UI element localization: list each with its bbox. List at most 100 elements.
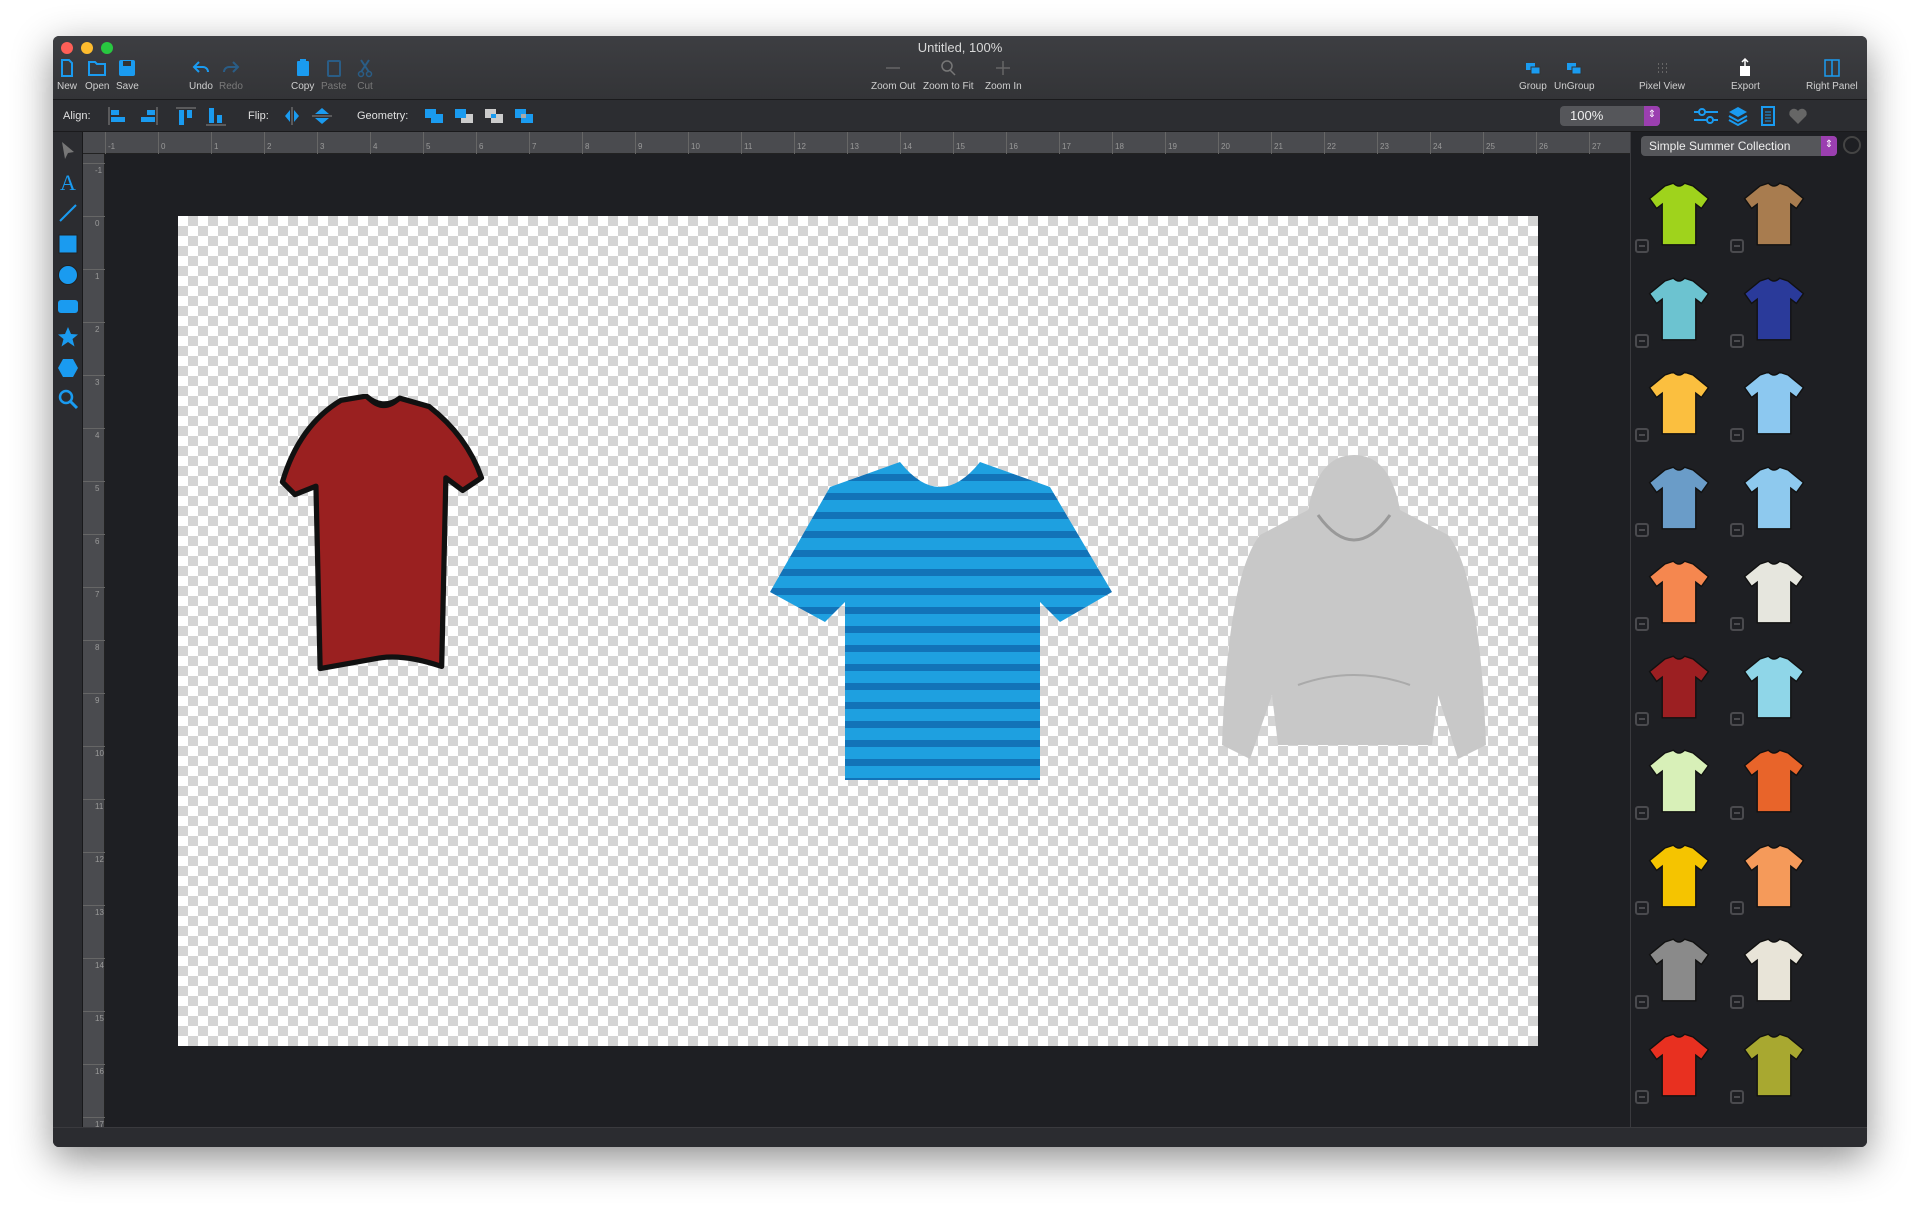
- zoom-out-button[interactable]: Zoom Out: [871, 58, 915, 92]
- paste-button[interactable]: Paste: [321, 58, 347, 92]
- cut-label: Cut: [357, 81, 373, 92]
- clipart-white-tshirt[interactable]: [1739, 557, 1809, 627]
- open-button[interactable]: Open: [85, 58, 109, 92]
- clipart-gray-long-sleeve[interactable]: [1644, 935, 1714, 1005]
- cut-button[interactable]: Cut: [355, 58, 375, 92]
- remove-item-button[interactable]: [1635, 428, 1649, 442]
- remove-item-button[interactable]: [1635, 900, 1649, 915]
- zoom-to-fit-label: Zoom to Fit: [923, 81, 974, 92]
- remove-item-button[interactable]: [1635, 617, 1649, 631]
- star-tool-icon[interactable]: [57, 326, 79, 348]
- clipart-peach-tshirt[interactable]: [1739, 841, 1809, 911]
- select-arrow-tool-icon[interactable]: [57, 140, 79, 162]
- ruler-tick-label: 3: [317, 132, 324, 154]
- clipart-orange-tank-top[interactable]: [1644, 557, 1714, 627]
- ruler-tick-label: -1: [83, 163, 105, 175]
- tools-palette: A: [53, 132, 83, 1127]
- zoom-to-fit-button[interactable]: Zoom to Fit: [923, 58, 974, 92]
- redo-button[interactable]: Redo: [219, 58, 243, 92]
- exclude-icon[interactable]: [513, 106, 535, 126]
- clipart-cyan-tshirt[interactable]: [1739, 652, 1809, 722]
- remove-item-button[interactable]: [1730, 239, 1744, 253]
- clipart-green-tshirt[interactable]: [1644, 179, 1714, 249]
- pixel-view-button[interactable]: Pixel View: [1639, 58, 1685, 92]
- undo-button[interactable]: Undo: [189, 58, 213, 92]
- remove-item-button[interactable]: [1730, 995, 1744, 1009]
- save-button[interactable]: Save: [116, 58, 139, 92]
- zoom-in-button[interactable]: Zoom In: [985, 58, 1022, 92]
- remove-item-button[interactable]: [1635, 711, 1649, 726]
- remove-item-button[interactable]: [1730, 333, 1744, 348]
- align-top-icon[interactable]: [175, 106, 197, 126]
- canvas-area[interactable]: [105, 154, 1630, 1127]
- rectangle-tool-icon[interactable]: [57, 233, 79, 255]
- clipart-orange-vneck[interactable]: [1739, 746, 1809, 816]
- clipart-light-blue-tshirt[interactable]: [1739, 368, 1809, 438]
- ungroup-button[interactable]: UnGroup: [1554, 58, 1595, 92]
- stepper-chevrons-icon: ⇕: [1644, 106, 1660, 126]
- gear-icon[interactable]: [1843, 136, 1861, 154]
- zoom-tool-icon[interactable]: [57, 388, 79, 410]
- clipart-tan-tshirt[interactable]: [1739, 179, 1809, 249]
- remove-item-button[interactable]: [1635, 522, 1649, 537]
- clipart-olive-tshirt[interactable]: [1739, 1030, 1809, 1100]
- new-button[interactable]: New: [57, 58, 77, 92]
- clipart-light-blue-vneck[interactable]: [1739, 463, 1809, 533]
- remove-item-button[interactable]: [1730, 617, 1744, 631]
- ruler-tick-label: 5: [423, 132, 430, 154]
- zoom-level-select[interactable]: 100% ⇕: [1560, 106, 1660, 126]
- remove-item-button[interactable]: [1635, 239, 1649, 253]
- blue-striped-tshirt-object[interactable]: [770, 462, 1112, 780]
- remove-item-button[interactable]: [1730, 522, 1744, 537]
- shirt-icon: [1743, 182, 1805, 246]
- remove-item-button[interactable]: [1635, 333, 1649, 348]
- layers-icon[interactable]: [1727, 106, 1749, 126]
- align-left-icon[interactable]: [107, 106, 129, 126]
- clipart-navy-raglan-shirt[interactable]: [1739, 274, 1809, 344]
- remove-item-button[interactable]: [1730, 1089, 1744, 1104]
- text-tool-icon[interactable]: A: [57, 171, 79, 193]
- remove-item-button[interactable]: [1635, 995, 1649, 1009]
- clipart-dark-red-tshirt[interactable]: [1644, 652, 1714, 722]
- artboard[interactable]: [178, 216, 1538, 1046]
- line-tool-icon[interactable]: [57, 202, 79, 224]
- export-button[interactable]: Export: [1731, 58, 1760, 92]
- remove-item-button[interactable]: [1730, 711, 1744, 726]
- remove-item-button[interactable]: [1730, 900, 1744, 915]
- clipart-cream-tshirt[interactable]: [1739, 935, 1809, 1005]
- clipart-teal-tank-top[interactable]: [1644, 274, 1714, 344]
- align-right-icon[interactable]: [137, 106, 159, 126]
- union-icon[interactable]: [423, 106, 445, 126]
- remove-item-button[interactable]: [1730, 806, 1744, 820]
- intersect-icon[interactable]: [483, 106, 505, 126]
- flip-vertical-icon[interactable]: [311, 106, 333, 126]
- circle-tool-icon[interactable]: [57, 264, 79, 286]
- ruler-tick-label: 0: [83, 216, 105, 228]
- subtract-icon[interactable]: [453, 106, 475, 126]
- clipart-light-green-tshirt[interactable]: [1644, 746, 1714, 816]
- document-icon[interactable]: [1757, 106, 1779, 126]
- adjustments-sliders-icon[interactable]: [1693, 106, 1719, 126]
- clipart-red-tshirt[interactable]: [1644, 1030, 1714, 1100]
- flip-horizontal-icon[interactable]: [281, 106, 303, 126]
- ungroup-icon: [1567, 63, 1582, 75]
- clipart-steel-blue-tshirt[interactable]: [1644, 463, 1714, 533]
- remove-item-button[interactable]: [1635, 806, 1649, 820]
- copy-button[interactable]: Copy: [291, 58, 314, 92]
- heart-icon[interactable]: [1787, 106, 1809, 126]
- clipart-yellow-tshirt[interactable]: [1644, 368, 1714, 438]
- group-icon: [1525, 63, 1541, 75]
- gray-hoodie-object[interactable]: [1218, 455, 1490, 759]
- red-tshirt-object[interactable]: [278, 394, 488, 679]
- right-panel-button[interactable]: Right Panel: [1806, 58, 1858, 92]
- remove-item-button[interactable]: [1730, 428, 1744, 442]
- remove-item-button[interactable]: [1635, 1089, 1649, 1104]
- group-button[interactable]: Group: [1519, 58, 1547, 92]
- align-bottom-icon[interactable]: [205, 106, 227, 126]
- clipart-yellow-polo[interactable]: [1644, 841, 1714, 911]
- collection-select[interactable]: Simple Summer Collection ⇕: [1641, 136, 1837, 156]
- rounded-rectangle-tool-icon[interactable]: [57, 295, 79, 317]
- new-label: New: [57, 81, 78, 92]
- hexagon-tool-icon[interactable]: [57, 357, 79, 379]
- ruler-tick-label: 1: [83, 269, 105, 281]
